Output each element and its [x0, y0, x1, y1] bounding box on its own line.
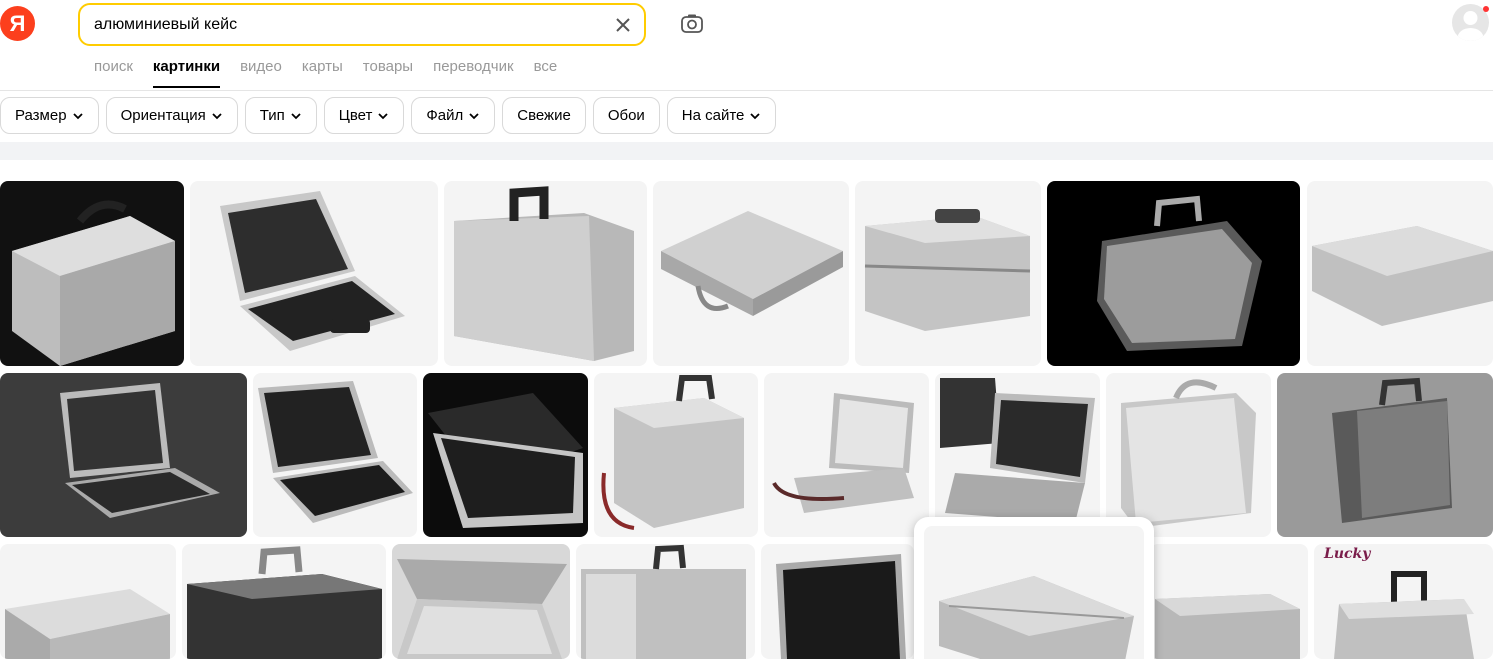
case-image — [182, 544, 386, 659]
filter-wallpapers[interactable]: Обои — [592, 97, 660, 134]
chevron-down-icon — [750, 112, 761, 119]
tab-products[interactable]: товары — [363, 58, 413, 88]
yandex-logo[interactable]: Я — [0, 6, 35, 41]
filter-fresh[interactable]: Свежие — [502, 97, 586, 134]
result-image[interactable] — [423, 373, 588, 537]
header: Я поиск картинки видео карты товары пере… — [0, 0, 1493, 90]
result-image[interactable] — [594, 373, 758, 537]
filter-label: Свежие — [517, 107, 571, 124]
tab-search[interactable]: поиск — [94, 58, 133, 88]
result-image[interactable] — [653, 181, 849, 366]
filter-label: Ориентация — [120, 107, 206, 124]
result-image[interactable] — [1047, 181, 1300, 366]
watermark-logo: Lucky — [1324, 546, 1371, 562]
result-image[interactable] — [190, 181, 438, 366]
filter-label: Размер — [15, 107, 67, 124]
header-divider — [0, 90, 1493, 91]
result-image[interactable] — [1106, 373, 1271, 537]
case-image — [1277, 373, 1493, 537]
case-image — [594, 373, 758, 537]
case-image — [1047, 181, 1300, 366]
filter-orientation[interactable]: Ориентация — [105, 97, 238, 134]
case-image — [761, 544, 914, 659]
result-image[interactable] — [1307, 181, 1493, 366]
tab-all[interactable]: все — [534, 58, 558, 88]
result-image[interactable] — [0, 373, 247, 537]
case-image — [423, 373, 588, 537]
result-image[interactable] — [182, 544, 386, 659]
camera-icon[interactable] — [680, 12, 704, 36]
filter-label: Цвет — [338, 107, 373, 124]
case-image — [764, 373, 929, 537]
case-image — [190, 181, 438, 366]
filter-on-site[interactable]: На сайте — [666, 97, 777, 134]
tab-maps[interactable]: карты — [302, 58, 343, 88]
gray-band — [0, 142, 1493, 160]
search-input[interactable] — [94, 14, 594, 36]
chevron-down-icon — [291, 112, 301, 119]
filter-color[interactable]: Цвет — [323, 97, 405, 134]
case-image — [444, 181, 647, 366]
case-image — [935, 373, 1100, 537]
hover-preview[interactable] — [914, 517, 1154, 659]
tab-video[interactable]: видео — [240, 58, 282, 88]
result-image[interactable]: Lucky — [1314, 544, 1493, 659]
filter-label: Файл — [426, 107, 464, 124]
close-icon[interactable] — [612, 14, 634, 36]
case-image — [0, 544, 176, 659]
search-box[interactable] — [78, 3, 646, 46]
result-image[interactable] — [0, 181, 184, 366]
filter-type[interactable]: Тип — [244, 97, 317, 134]
case-image — [1106, 373, 1271, 537]
case-image — [392, 544, 570, 659]
chevron-down-icon — [469, 112, 479, 119]
case-image — [653, 181, 849, 366]
case-image — [576, 544, 755, 659]
result-image[interactable] — [1277, 373, 1493, 537]
chevron-down-icon — [378, 112, 388, 119]
filter-label: Тип — [259, 107, 285, 124]
case-image — [0, 181, 184, 366]
result-image[interactable] — [764, 373, 929, 537]
result-image[interactable] — [576, 544, 755, 659]
case-image — [855, 181, 1041, 366]
case-image — [924, 526, 1144, 659]
filter-label: Обои — [607, 107, 645, 124]
result-image[interactable] — [392, 544, 570, 659]
filter-file[interactable]: Файл — [411, 97, 496, 134]
case-image — [0, 373, 247, 537]
result-image[interactable] — [761, 544, 914, 659]
result-image[interactable] — [855, 181, 1041, 366]
image-results-grid: Lucky — [0, 181, 1493, 659]
tab-translator[interactable]: переводчик — [433, 58, 513, 88]
tab-images[interactable]: картинки — [152, 58, 221, 88]
result-image[interactable] — [444, 181, 647, 366]
result-image[interactable] — [0, 544, 176, 659]
case-image — [1307, 181, 1493, 366]
result-image[interactable] — [1150, 544, 1308, 659]
result-image[interactable] — [935, 373, 1100, 537]
search-tabs: поиск картинки видео карты товары перево… — [94, 58, 557, 88]
case-image — [1150, 544, 1308, 659]
result-image[interactable] — [253, 373, 417, 537]
filter-size[interactable]: Размер — [0, 97, 99, 134]
logo-letter: Я — [9, 11, 26, 36]
notification-dot — [1483, 6, 1489, 12]
chevron-down-icon — [212, 112, 222, 119]
case-image — [253, 373, 417, 537]
filter-label: На сайте — [681, 107, 745, 124]
chevron-down-icon — [72, 112, 83, 119]
preview-image[interactable] — [924, 526, 1144, 659]
filter-bar: Размер Ориентация Тип Цвет Файл Свежие О… — [0, 97, 777, 134]
